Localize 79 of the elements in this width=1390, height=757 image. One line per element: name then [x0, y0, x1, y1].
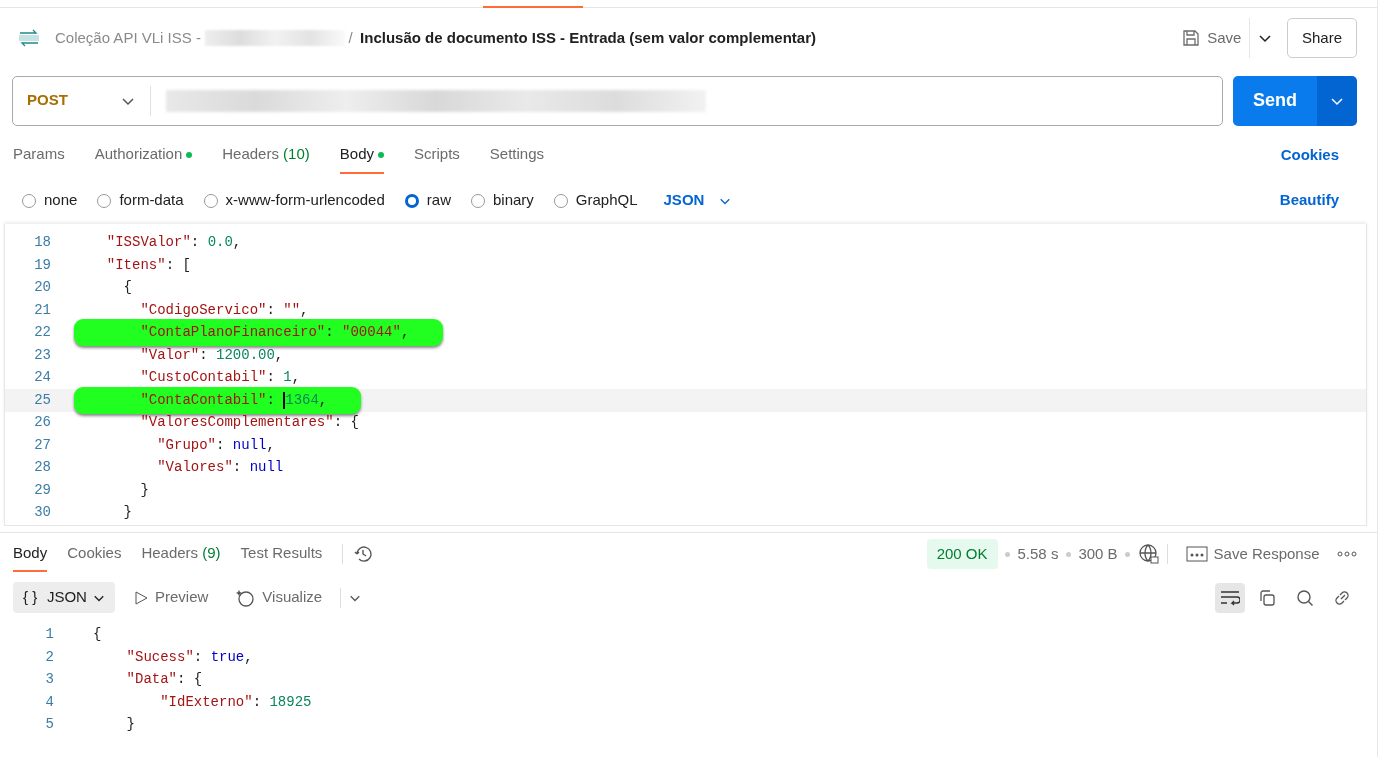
- request-tab[interactable]: Headers (10): [222, 137, 310, 174]
- response-tab[interactable]: Test Results: [240, 535, 323, 573]
- response-size: 300 B: [1078, 543, 1118, 564]
- code-line: "ValoresComplementares": {: [139, 413, 359, 433]
- request-tab[interactable]: Body: [339, 137, 384, 174]
- line-number: 24: [33, 368, 52, 388]
- code-line: "Valores": null: [156, 458, 284, 478]
- code-line: }: [122, 503, 132, 523]
- save-icon: [1181, 29, 1200, 47]
- share-button[interactable]: Share: [1286, 17, 1357, 59]
- code-line: {: [122, 278, 132, 298]
- send-button[interactable]: Send: [1233, 75, 1317, 126]
- globe-lock-icon[interactable]: [1137, 543, 1160, 565]
- save-button[interactable]: Save: [1173, 22, 1250, 54]
- body-type-radio[interactable]: raw: [404, 189, 451, 212]
- cookies-link[interactable]: Cookies: [1274, 143, 1345, 168]
- request-name: Inclusão de documento ISS - Entrada (sem valor complementar): [360, 27, 817, 48]
- request-tab[interactable]: Params: [13, 137, 65, 174]
- save-response-button[interactable]: Save Response: [1175, 538, 1330, 570]
- line-number: 18: [33, 233, 52, 253]
- line-number: 1: [44, 625, 55, 644]
- code-line: "Data": {: [125, 670, 203, 689]
- line-number: 19: [33, 255, 52, 275]
- wrap-lines-icon[interactable]: [1214, 582, 1245, 613]
- body-type-radio[interactable]: none: [22, 189, 78, 212]
- code-line: "CustoContabil": 1,: [139, 368, 301, 388]
- code-line: "ContaPlanoFinanceiro": "00044",: [74, 319, 444, 347]
- line-number: 22: [33, 323, 52, 343]
- status-badge: 200 OK: [926, 538, 998, 570]
- history-icon[interactable]: [353, 544, 374, 564]
- line-number: 5: [44, 715, 55, 734]
- line-number: 4: [44, 692, 55, 712]
- code-line: }: [125, 715, 135, 734]
- body-type-radio[interactable]: binary: [470, 189, 534, 212]
- more-icon[interactable]: [1337, 551, 1357, 557]
- line-number: 20: [33, 278, 52, 298]
- line-number: 3: [44, 670, 55, 689]
- line-number: 25: [33, 390, 52, 410]
- code-line: "ISSValor": 0.0,: [105, 233, 242, 253]
- body-type-radio[interactable]: form-data: [97, 189, 184, 212]
- response-time: 5.58 s: [1017, 543, 1059, 564]
- view-option[interactable]: { } JSON: [13, 582, 115, 613]
- request-tab[interactable]: Authorization: [94, 137, 193, 174]
- request-tab[interactable]: Settings: [489, 137, 545, 174]
- response-tab[interactable]: Headers (9): [141, 535, 221, 573]
- code-line: "Itens": [: [105, 255, 191, 275]
- response-tab[interactable]: Body: [13, 535, 48, 573]
- format-dropdown[interactable]: JSON: [657, 188, 738, 213]
- line-number: 21: [33, 300, 52, 320]
- body-type-radio[interactable]: GraphQL: [553, 189, 638, 212]
- line-number: 27: [33, 435, 52, 455]
- code-line: "Valor": 1200.00,: [139, 345, 284, 365]
- beautify-link[interactable]: Beautify: [1273, 188, 1345, 213]
- code-line: "CodigoServico": "",: [139, 300, 309, 320]
- code-line: "Grupo": null,: [156, 435, 275, 455]
- view-option[interactable]: Visualize: [226, 582, 333, 613]
- line-number: 26: [33, 413, 52, 433]
- view-option[interactable]: Preview: [122, 582, 219, 613]
- code-line: "IdExterno": 18925: [159, 692, 312, 712]
- braces-icon: { }: [23, 586, 38, 609]
- breadcrumb-separator: /: [348, 27, 353, 48]
- code-line: }: [139, 480, 149, 500]
- text-cursor: [283, 391, 286, 409]
- line-number: 28: [33, 458, 52, 478]
- line-number: 23: [33, 345, 52, 365]
- method-dropdown[interactable]: POST: [13, 85, 151, 116]
- collection-name[interactable]: Coleção API VLi ISS -: [55, 26, 201, 50]
- line-number: 29: [33, 480, 52, 500]
- play-icon: [132, 589, 149, 606]
- line-number: 2: [44, 647, 55, 667]
- body-type-radio[interactable]: x-www-form-urlencoded: [203, 189, 385, 212]
- code-line: {: [93, 625, 102, 644]
- code-line: "Sucess": true,: [125, 647, 253, 667]
- line-number: 30: [33, 503, 52, 523]
- send-options-button[interactable]: [1317, 75, 1357, 126]
- http-icon: [18, 29, 40, 47]
- request-tab[interactable]: Scripts: [414, 137, 460, 174]
- response-tab[interactable]: Cookies: [67, 535, 122, 573]
- code-line: "ContaContabil": 1364,: [74, 386, 362, 414]
